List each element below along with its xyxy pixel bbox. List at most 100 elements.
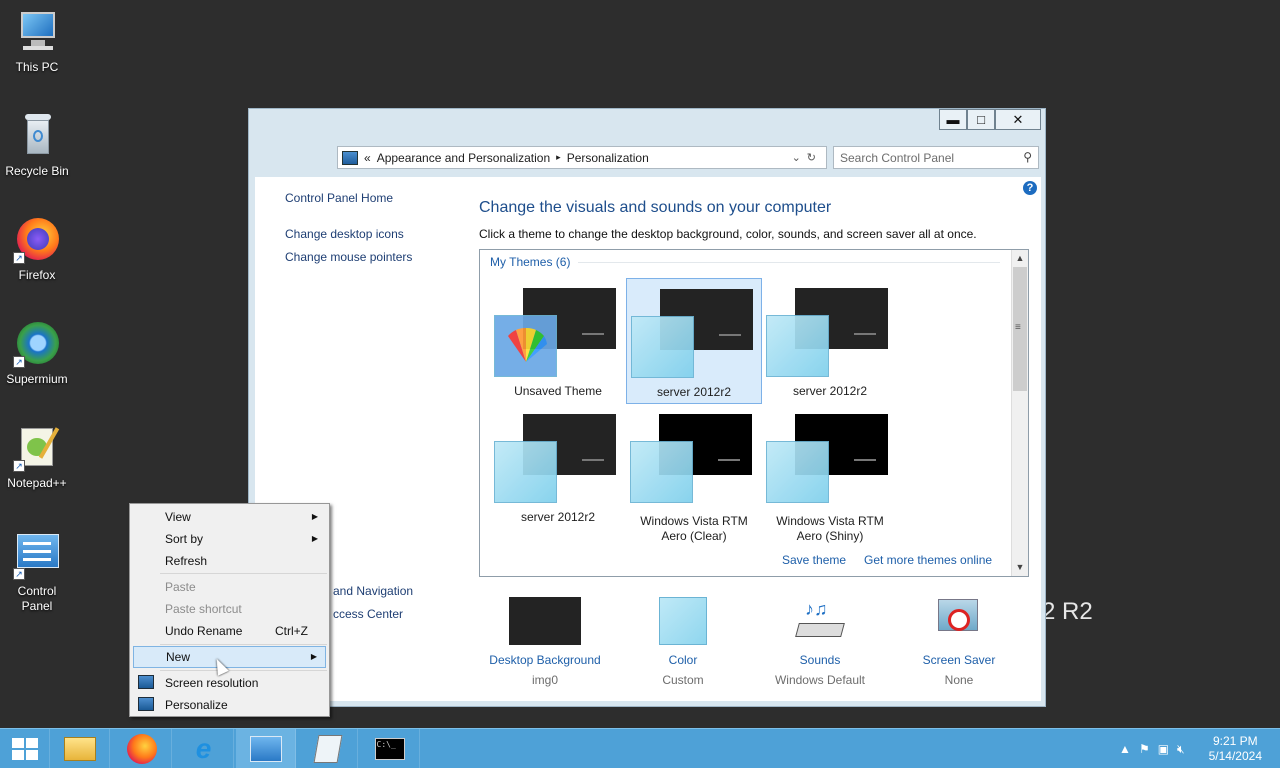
system-tray: ▲ ⚑ ▣ 🔇︎ 9:21 PM 5/14/2024 [1119, 729, 1280, 768]
shortcut-arrow-icon: ↗ [13, 460, 25, 472]
scroll-up-arrow-icon[interactable]: ▲ [1012, 250, 1028, 267]
shortcut-arrow-icon: ↗ [13, 252, 25, 264]
personalization-window: ▬ □ ✕ « Appearance and Personalization ▸… [248, 108, 1046, 707]
screen-saver-setting[interactable]: Screen Saver None [889, 597, 1029, 687]
desktop-icon-control-panel[interactable]: ↗ Control Panel [2, 532, 72, 614]
menu-item-label: Screen resolution [165, 676, 259, 690]
desktop-context-menu: View ▶ Sort by ▶ Refresh Paste Paste sho… [129, 503, 330, 717]
control-panel-icon: ↗ [13, 532, 61, 580]
network-icon[interactable]: ▣ [1158, 742, 1169, 756]
link-change-mouse-pointers[interactable]: Change mouse pointers [285, 250, 412, 264]
theme-color-preview [630, 441, 693, 503]
desktop-background-setting[interactable]: Desktop Background img0 [475, 597, 615, 687]
theme-color-preview [766, 441, 829, 503]
sounds-value: Windows Default [774, 673, 866, 687]
volume-muted-icon[interactable]: 🔇︎ [1177, 742, 1185, 757]
color-setting[interactable]: Color Custom [613, 597, 753, 687]
menu-item-label: New [166, 650, 191, 664]
search-input[interactable]: Search Control Panel ⚲ [833, 146, 1039, 169]
menu-item-personalize[interactable]: Personalize [133, 694, 326, 716]
menu-item-label: View [165, 510, 191, 524]
theme-item-selected[interactable]: server 2012r2 [626, 278, 762, 404]
themes-scrollbar[interactable]: ▲ ≡ ▼ [1011, 250, 1028, 576]
maximize-button[interactable]: □ [967, 109, 995, 130]
color-link[interactable]: Color [613, 653, 753, 667]
theme-name: Windows Vista RTM Aero (Clear) [640, 514, 748, 543]
menu-item-label: Undo Rename [165, 624, 243, 638]
desktop-icon-label: Supermium [6, 372, 68, 386]
personalize-icon [138, 697, 154, 711]
save-theme-link[interactable]: Save theme [782, 553, 846, 567]
help-icon[interactable]: ? [1023, 181, 1037, 195]
breadcrumb-personalization[interactable]: Personalization [567, 151, 649, 165]
menu-item-label: Paste [165, 580, 196, 594]
breadcrumb-appearance[interactable]: Appearance and Personalization [377, 151, 550, 165]
desktop-icon-label: Notepad++ [7, 476, 67, 490]
themes-group-title: My Themes (6) [490, 255, 571, 269]
theme-name: Windows Vista RTM Aero (Shiny) [776, 514, 884, 543]
link-ease-of-access-center[interactable]: ccess Center [333, 607, 403, 621]
menu-item-label: Sort by [165, 532, 204, 546]
desktop-icon-supermium[interactable]: ↗ Supermium [2, 320, 72, 387]
search-icon[interactable]: ⚲ [1023, 150, 1032, 164]
desktop-icon-recycle-bin[interactable]: Recycle Bin [2, 112, 72, 179]
menu-item-undo-rename[interactable]: Undo Rename Ctrl+Z [133, 620, 326, 642]
desktop-icon-notepad-plus-plus[interactable]: ↗ Notepad++ [2, 424, 72, 491]
theme-item[interactable]: server 2012r2 [490, 404, 626, 530]
sounds-icon: ♪♫ [795, 597, 845, 645]
taskbar-firefox[interactable] [112, 729, 172, 768]
computer-icon [13, 8, 61, 56]
page-title: Change the visuals and sounds on your co… [479, 199, 832, 216]
taskbar-file-explorer[interactable] [50, 729, 110, 768]
action-center-flag-icon[interactable]: ⚑ [1139, 742, 1150, 756]
taskbar-command-prompt[interactable]: C:\_ [360, 729, 420, 768]
desktop-icon-firefox[interactable]: ↗ Firefox [2, 216, 72, 283]
screen-saver-link[interactable]: Screen Saver [889, 653, 1029, 667]
minimize-button[interactable]: ▬ [939, 109, 967, 130]
menu-item-view[interactable]: View ▶ [133, 506, 326, 528]
taskbar: e C:\_ ▲ ⚑ ▣ 🔇︎ 9:21 PM 5/14/2024 [0, 728, 1280, 768]
desktop-icon-this-pc[interactable]: This PC [2, 8, 72, 75]
show-hidden-icons-icon[interactable]: ▲ [1119, 742, 1131, 756]
sounds-link[interactable]: Sounds [750, 653, 890, 667]
menu-item-new[interactable]: New ▶ [133, 646, 326, 668]
search-placeholder: Search Control Panel [840, 151, 955, 165]
taskbar-notepad[interactable] [298, 729, 358, 768]
start-button[interactable] [0, 729, 50, 768]
theme-item[interactable]: Windows Vista RTM Aero (Clear) [626, 404, 762, 543]
clock[interactable]: 9:21 PM 5/14/2024 [1209, 734, 1262, 764]
menu-shortcut: Ctrl+Z [275, 624, 308, 638]
color-fan-icon [494, 315, 557, 377]
breadcrumb-separator-icon[interactable]: ▸ [556, 152, 561, 163]
sounds-setting[interactable]: ♪♫ Sounds Windows Default [750, 597, 890, 687]
menu-item-sort-by[interactable]: Sort by ▶ [133, 528, 326, 550]
theme-item[interactable]: server 2012r2 [762, 278, 898, 404]
close-button[interactable]: ✕ [995, 109, 1041, 130]
get-more-themes-link[interactable]: Get more themes online [864, 553, 992, 567]
control-panel-small-icon [342, 150, 358, 165]
taskbar-control-panel[interactable] [236, 729, 296, 768]
color-swatch [659, 597, 707, 645]
link-taskbar-and-navigation[interactable]: and Navigation [333, 584, 413, 598]
menu-item-refresh[interactable]: Refresh [133, 550, 326, 572]
scroll-grip-icon: ≡ [1015, 322, 1021, 333]
back-chevron-icon[interactable]: « [364, 151, 371, 165]
shortcut-arrow-icon: ↗ [13, 356, 25, 368]
submenu-arrow-icon: ▶ [311, 512, 318, 521]
command-prompt-icon: C:\_ [374, 738, 405, 760]
link-change-desktop-icons[interactable]: Change desktop icons [285, 227, 404, 241]
menu-item-screen-resolution[interactable]: Screen resolution [133, 672, 326, 694]
link-control-panel-home[interactable]: Control Panel Home [285, 191, 393, 205]
theme-item[interactable]: Unsaved Theme [490, 278, 626, 404]
clock-date: 5/14/2024 [1208, 749, 1262, 763]
theme-item[interactable]: Windows Vista RTM Aero (Shiny) [762, 404, 898, 543]
window-controls: ▬ □ ✕ [939, 109, 1041, 130]
menu-item-paste: Paste [133, 576, 326, 598]
desktop-background-link[interactable]: Desktop Background [475, 653, 615, 667]
address-dropdown-refresh-icons[interactable]: ⌄↻ [792, 151, 822, 164]
taskbar-internet-explorer[interactable]: e [174, 729, 234, 768]
address-bar[interactable]: « Appearance and Personalization ▸ Perso… [337, 146, 827, 169]
scroll-down-arrow-icon[interactable]: ▼ [1012, 559, 1028, 576]
theme-name: Unsaved Theme [514, 384, 602, 398]
desktop-icon-label: This PC [15, 60, 59, 74]
